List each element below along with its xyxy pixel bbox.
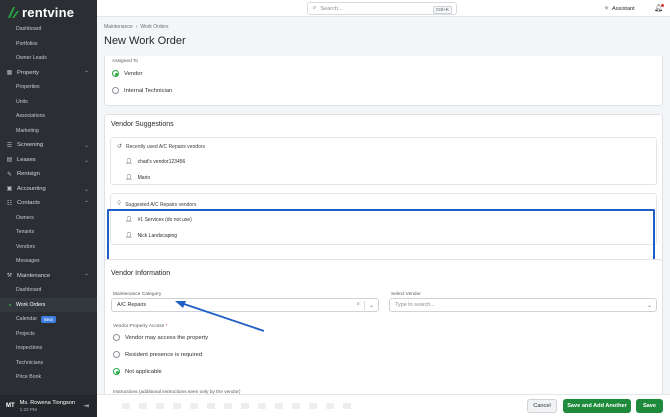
sidebar-section-property[interactable]: ▦ Property ⌃	[0, 66, 97, 81]
sidebar-item-calendar[interactable]: Calendar Beta	[0, 312, 97, 327]
chevron-down-icon[interactable]: ⌄	[84, 186, 89, 193]
sidebar-item-marketing[interactable]: Marketing	[0, 124, 97, 139]
checklist-icon: ☰	[6, 142, 13, 149]
sparkle-icon: ✧	[604, 6, 610, 12]
search-shortcut: Ctrl+K	[433, 5, 452, 14]
document-icon: ▤	[6, 157, 13, 164]
sidebar-item-portfolios[interactable]: Portfolios	[0, 37, 97, 52]
sidebar-item-owners[interactable]: Owners	[0, 211, 97, 226]
sidebar-item-associations[interactable]: Associations	[0, 109, 97, 124]
footer-action-bar: Cancel Save and Add Another Save	[97, 394, 670, 417]
sidebar-item-label: Accounting	[17, 185, 46, 192]
annotation-arrow	[175, 301, 265, 332]
wrench-icon: ⚒	[6, 273, 13, 280]
save-and-add-another-button[interactable]: Save and Add Another	[563, 399, 631, 413]
active-indicator	[9, 303, 11, 306]
notifications-button[interactable]: 🔔︎	[654, 4, 664, 12]
sidebar-section-leases[interactable]: ▤ Leases ⌄	[0, 153, 97, 168]
sidebar-item-owner-leads[interactable]: Owner Leads	[0, 51, 97, 66]
sidebar-item-label: Price Book	[16, 374, 42, 381]
user-initials: MT	[6, 403, 15, 409]
save-button[interactable]: Save	[636, 399, 663, 413]
sidebar-item-label: Rentsign	[17, 171, 40, 178]
sidebar-item-label: Technicians	[16, 359, 44, 366]
search-icon: ⌕	[313, 5, 317, 11]
sidebar-item-label: Portfolios	[16, 40, 38, 47]
sidebar-item-dashboard[interactable]: Dashboard	[0, 283, 97, 298]
building-icon: ▦	[6, 70, 13, 77]
sidebar-item-price-book[interactable]: Price Book	[0, 370, 97, 385]
sidebar-item-work-orders[interactable]: Work Orders	[0, 297, 97, 312]
assistant-label: Assistant	[612, 5, 635, 12]
sidebar-nav: Dashboard Portfolios Owner Leads ▦ Property ⌃…	[0, 22, 97, 385]
search-input[interactable]: ⌕ Search... Ctrl+K	[307, 2, 457, 15]
sidebar-item-label: Projects	[16, 330, 35, 337]
sidebar-item-label: Tenants	[16, 229, 35, 236]
chevron-up-icon[interactable]: ⌃	[84, 200, 89, 207]
sidebar-item-label: Properties	[16, 84, 40, 91]
sidebar-item-dashboard[interactable]: Dashboard	[0, 22, 97, 37]
sidebar-item-technicians[interactable]: Technicians	[0, 356, 97, 371]
sidebar-section-maintenance[interactable]: ⚒ Maintenance ⌃	[0, 269, 97, 284]
chevron-down-icon[interactable]: ⌄	[84, 142, 89, 149]
sidebar-item-label: Inspections	[16, 345, 43, 352]
contacts-icon: ☷	[6, 200, 13, 207]
beta-badge: Beta	[41, 315, 56, 323]
sidebar-item-inspections[interactable]: Inspections	[0, 341, 97, 356]
sidebar-item-tenants[interactable]: Tenants	[0, 225, 97, 240]
logo-text: rentvine	[22, 5, 75, 20]
assistant-button[interactable]: ✧ Assistant	[604, 5, 635, 13]
cancel-button[interactable]: Cancel	[527, 399, 557, 413]
sidebar-item-units[interactable]: Units	[0, 95, 97, 110]
sidebar-item-label: Dashboard	[16, 287, 42, 294]
sidebar-item-label: Vendors	[16, 243, 36, 250]
sidebar-item-label: Maintenance	[17, 272, 51, 279]
sidebar-item-label: Property	[17, 69, 39, 76]
sidebar-section-screening[interactable]: ☰ Screening ⌄	[0, 138, 97, 153]
sidebar-item-label: Messages	[16, 258, 40, 265]
sidebar-item-label: Work Orders	[16, 301, 46, 308]
chevron-up-icon[interactable]: ⌃	[84, 273, 89, 280]
sidebar-section-accounting[interactable]: ▣ Accounting ⌄	[0, 182, 97, 197]
sidebar-item-label: Associations	[16, 113, 46, 120]
sidebar-item-properties[interactable]: Properties	[0, 80, 97, 95]
logo[interactable]: rentvine	[7, 5, 74, 20]
sidebar-item-label: Calendar	[16, 316, 38, 323]
sidebar-item-label: Owners	[16, 214, 34, 221]
search-placeholder: Search...	[320, 5, 343, 12]
sidebar-item-label: Screening	[17, 142, 44, 149]
chevron-down-icon[interactable]: ⌄	[84, 157, 89, 164]
main-content: Maintenance › Work Orders New Work Order A…	[97, 17, 670, 417]
sidebar-item-projects[interactable]: Projects	[0, 327, 97, 342]
rentvine-logo-icon	[8, 7, 19, 18]
sidebar-section-contacts[interactable]: ☷ Contacts ⌃	[0, 196, 97, 211]
sidebar-item-label: Units	[16, 98, 28, 105]
sidebar-item-label: Contacts	[17, 200, 40, 207]
sidebar-item-label: Leases	[17, 156, 36, 163]
sidebar-item-messages[interactable]: Messages	[0, 254, 97, 269]
pen-icon: ✎	[6, 171, 13, 178]
calculator-icon: ▣	[6, 186, 13, 193]
topbar: ⌕ Search... Ctrl+K ✧ Assistant 🔔︎	[97, 0, 670, 17]
user-name: Ms. Rowena Tiongson	[19, 400, 75, 406]
sidebar-item-label: Owner Leads	[16, 55, 47, 62]
logout-icon[interactable]: ⇥	[83, 402, 89, 410]
sidebar-item-label: Marketing	[16, 127, 39, 134]
sidebar-section-rentsign[interactable]: ✎ Rentsign	[0, 167, 97, 182]
chevron-up-icon[interactable]: ⌃	[84, 70, 89, 77]
sidebar-item-label: Dashboard	[16, 26, 42, 33]
sidebar: rentvine Dashboard Portfolios Owner Leads ▦…	[0, 0, 97, 417]
toolbar-placeholder	[122, 403, 351, 409]
notification-dot	[660, 4, 664, 7]
sidebar-item-vendors[interactable]: Vendors	[0, 240, 97, 255]
user-time: 1:23 PM	[19, 407, 37, 412]
user-profile[interactable]: MT Ms. Rowena Tiongson 1:23 PM ⇥	[0, 395, 97, 417]
